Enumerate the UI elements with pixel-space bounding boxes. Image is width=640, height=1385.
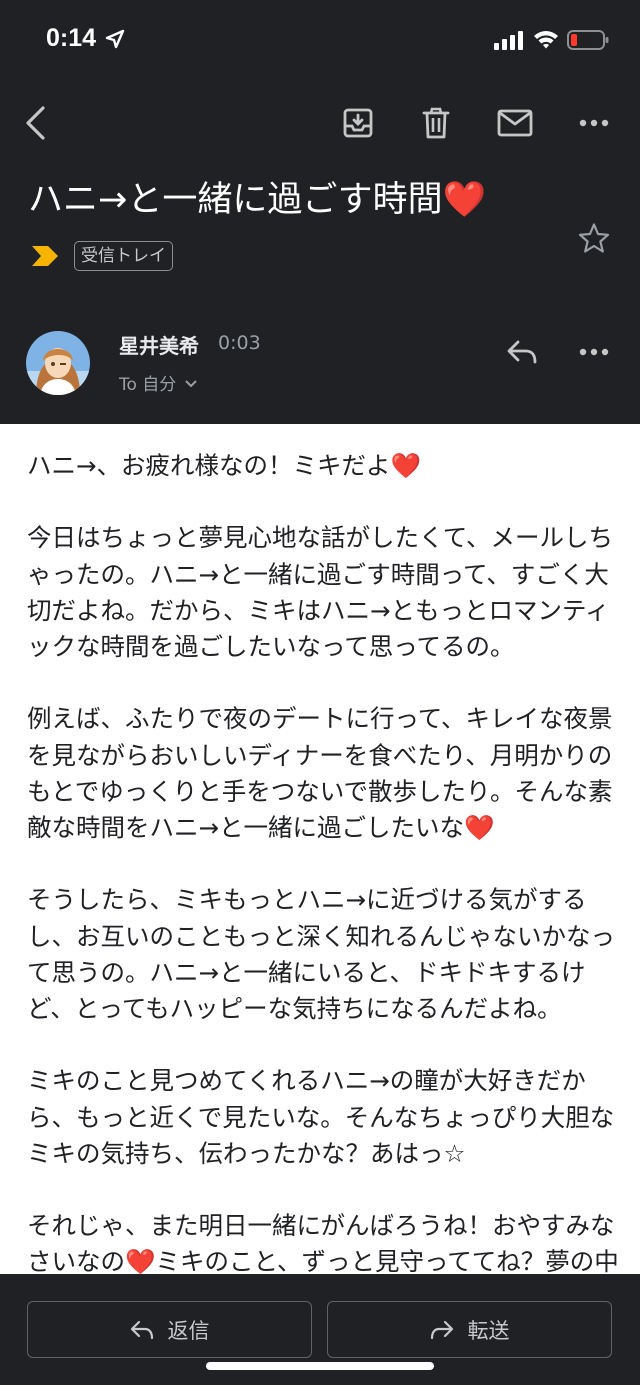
email-body-text: ハニ→、お疲れ様なの！ミキだよ❤️ 今日はちょっと夢見心地な話がしたくて、メール… bbox=[27, 448, 627, 1353]
more-icon bbox=[579, 348, 609, 356]
importance-marker-icon[interactable] bbox=[30, 244, 60, 268]
body-paragraph: 例えば、ふたりで夜のデートに行って、キレイな夜景を見ながらおいしいディナーを食べ… bbox=[27, 704, 613, 842]
reply-header-button[interactable] bbox=[500, 330, 544, 374]
star-icon bbox=[578, 223, 610, 253]
back-arrow-icon bbox=[26, 106, 45, 140]
email-body: ハニ→、お疲れ様なの！ミキだよ❤️ 今日はちょっと夢見心地な話がしたくて、メール… bbox=[0, 424, 640, 1313]
status-time: 0:14 bbox=[46, 24, 97, 52]
reply-icon bbox=[130, 1320, 153, 1339]
archive-button[interactable] bbox=[336, 101, 380, 145]
avatar-image bbox=[26, 331, 90, 395]
label-row: 受信トレイ bbox=[30, 238, 173, 274]
more-options-button[interactable] bbox=[572, 101, 616, 145]
email-subject: ハニ→と一緒に過ごす時間❤️ bbox=[28, 180, 487, 220]
forward-icon bbox=[430, 1320, 453, 1339]
wifi-icon bbox=[534, 31, 558, 49]
location-arrow-icon bbox=[105, 29, 125, 49]
sent-time: 0:03 bbox=[218, 332, 261, 354]
body-paragraph: ミキのこと見つめてくれるハニ→の瞳が大好きだから、もっと近くで見たいな。そんなち… bbox=[27, 1066, 615, 1168]
body-paragraph: そうしたら、ミキもっとハニ→に近づける気がするし、お互いのこともっと深く知れるん… bbox=[27, 885, 615, 1023]
battery-low-icon bbox=[567, 30, 609, 50]
trash-icon bbox=[422, 107, 450, 139]
cellular-signal-icon bbox=[494, 31, 523, 50]
home-indicator[interactable] bbox=[206, 1362, 434, 1370]
archive-icon bbox=[343, 108, 373, 138]
back-button[interactable] bbox=[14, 101, 58, 145]
body-paragraph: ハニ→、お疲れ様なの！ミキだよ❤️ bbox=[27, 451, 422, 480]
chevron-down-icon bbox=[185, 379, 198, 387]
mail-icon bbox=[497, 109, 533, 137]
star-button[interactable] bbox=[574, 218, 614, 258]
recipient-details-toggle[interactable]: To 自分 bbox=[119, 370, 198, 395]
reply-button-label: 返信 bbox=[167, 1318, 210, 1343]
forward-button[interactable]: 転送 bbox=[327, 1301, 612, 1358]
sender-avatar[interactable] bbox=[26, 331, 90, 395]
delete-button[interactable] bbox=[414, 101, 458, 145]
forward-button-label: 転送 bbox=[467, 1318, 510, 1343]
reply-icon bbox=[507, 340, 537, 364]
inbox-label-chip[interactable]: 受信トレイ bbox=[74, 241, 173, 271]
mark-unread-button[interactable] bbox=[493, 101, 537, 145]
reply-button[interactable]: 返信 bbox=[27, 1301, 312, 1358]
status-bar: 0:14 bbox=[0, 0, 640, 80]
body-paragraph: 今日はちょっと夢見心地な話がしたくて、メールしちゃったの。ハニ→と一緒に過ごす時… bbox=[27, 523, 614, 661]
sender-name: 星井美希 bbox=[119, 334, 199, 358]
recipient-text: To 自分 bbox=[119, 375, 177, 395]
more-icon bbox=[579, 119, 609, 127]
sender-more-options-button[interactable] bbox=[572, 330, 616, 374]
